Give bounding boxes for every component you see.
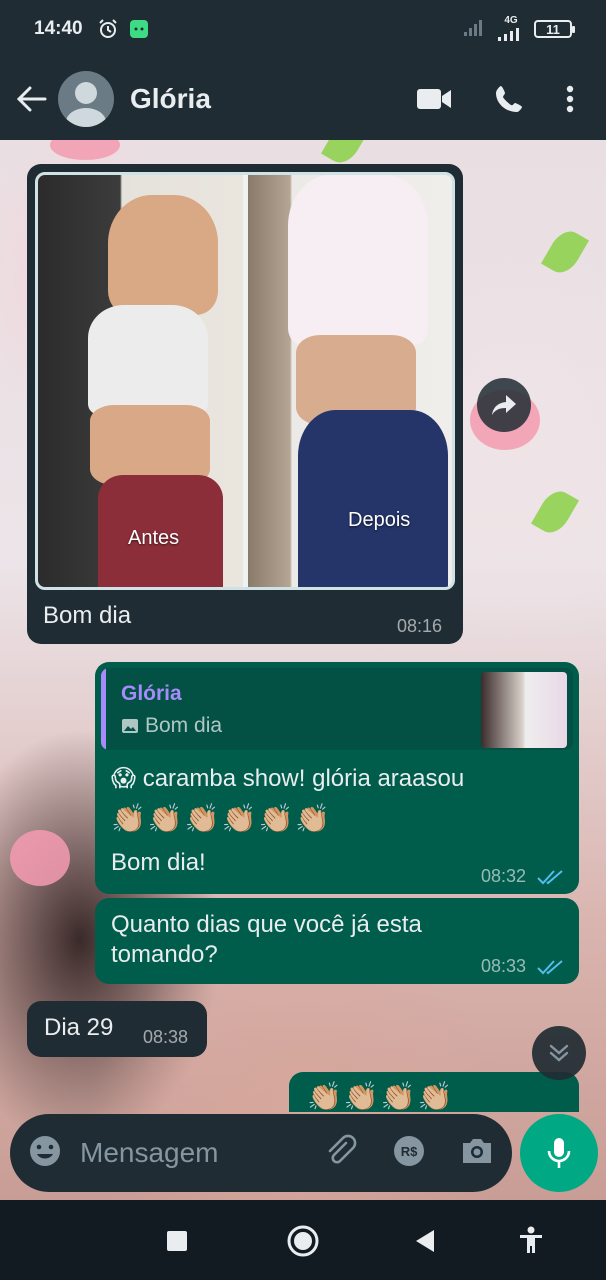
back-arrow-icon bbox=[17, 86, 47, 112]
quoted-photo-thumbnail bbox=[481, 672, 567, 748]
outgoing-reply-message[interactable]: Glória Bom dia 😱 caramba show! glória ar… bbox=[95, 662, 579, 894]
before-after-photo[interactable]: Antes Depois bbox=[35, 172, 455, 590]
attach-button[interactable] bbox=[324, 1134, 358, 1173]
video-camera-icon bbox=[417, 89, 451, 109]
status-time: 14:40 bbox=[34, 18, 83, 39]
read-receipt-icon bbox=[537, 870, 563, 885]
message-text: 😱 caramba show! glória araasou bbox=[111, 765, 465, 792]
message-time-row: 08:33 bbox=[481, 956, 565, 977]
message-time: 08:33 bbox=[481, 956, 527, 976]
quoted-message[interactable]: Glória Bom dia bbox=[101, 668, 573, 750]
message-text: Dia 29 bbox=[44, 1014, 114, 1041]
message-time: 08:32 bbox=[481, 866, 527, 886]
contact-avatar[interactable] bbox=[58, 71, 114, 127]
paperclip-icon bbox=[328, 1134, 357, 1164]
kebab-menu-icon bbox=[566, 85, 574, 113]
microphone-icon bbox=[547, 1138, 571, 1168]
contact-name[interactable]: Glória bbox=[130, 83, 211, 115]
chat-area[interactable]: Antes Depois Bom dia 08:16 Glória Bom di… bbox=[0, 140, 606, 1200]
scroll-to-bottom-button[interactable] bbox=[532, 1026, 586, 1080]
app-notification-icon bbox=[129, 19, 149, 39]
outgoing-message-partial[interactable]: 👏🏼👏🏼👏🏼👏🏼 bbox=[289, 1072, 579, 1112]
camera-button[interactable] bbox=[460, 1136, 494, 1171]
accessibility-icon bbox=[520, 1226, 542, 1253]
incoming-message[interactable]: Dia 29 08:38 bbox=[27, 1001, 207, 1057]
message-input[interactable]: Mensagem bbox=[80, 1137, 219, 1169]
photo-after: Depois bbox=[248, 175, 452, 587]
double-chevron-down-icon bbox=[549, 1044, 569, 1062]
chat-header: Glória bbox=[0, 58, 606, 140]
home-button[interactable] bbox=[286, 1224, 320, 1258]
video-call-button[interactable] bbox=[416, 86, 452, 112]
network-type: 4G bbox=[504, 15, 518, 26]
status-bar: 14:40 4G 11 bbox=[0, 0, 606, 58]
signal-strength-icon bbox=[498, 28, 519, 41]
payment-button[interactable]: R$ bbox=[392, 1134, 426, 1173]
message-time: 08:16 bbox=[397, 616, 443, 636]
message-time-row: 08:32 bbox=[481, 866, 565, 887]
wallpaper-leaf bbox=[531, 485, 579, 539]
back-button[interactable] bbox=[12, 79, 52, 119]
forward-button[interactable] bbox=[477, 378, 531, 432]
outgoing-message[interactable]: Quanto dias que você já esta tomando? 08… bbox=[95, 898, 579, 984]
composer-actions: R$ bbox=[324, 1134, 494, 1173]
photo-label-before: Antes bbox=[128, 527, 180, 549]
wallpaper-flower bbox=[50, 140, 120, 160]
square-icon bbox=[167, 1231, 187, 1251]
signal-icon bbox=[462, 18, 488, 41]
photo-caption: Bom dia bbox=[43, 602, 132, 629]
quoted-sender: Glória bbox=[121, 682, 182, 705]
network-indicator: 4G bbox=[496, 16, 526, 42]
read-receipt-icon bbox=[537, 960, 563, 975]
system-navigation-bar bbox=[0, 1200, 606, 1280]
voice-call-button[interactable] bbox=[494, 84, 524, 114]
triangle-back-icon bbox=[416, 1230, 434, 1252]
quoted-text: Bom dia bbox=[145, 714, 223, 737]
battery-icon: 11 bbox=[534, 20, 575, 38]
battery-level: 11 bbox=[546, 21, 560, 37]
recents-button[interactable] bbox=[166, 1230, 188, 1252]
message-composer: Mensagem R$ bbox=[10, 1114, 512, 1192]
alarm-icon bbox=[97, 18, 119, 40]
quoted-text-row: Bom dia bbox=[121, 714, 222, 738]
photo-label-after: Depois bbox=[348, 509, 411, 531]
photo-before: Antes bbox=[38, 175, 243, 587]
phone-icon bbox=[496, 86, 522, 112]
more-options-button[interactable] bbox=[566, 85, 574, 113]
message-text-line1: Quanto dias que você já esta bbox=[111, 911, 422, 938]
emoji-button[interactable] bbox=[28, 1134, 62, 1173]
clapping-emojis: 👏🏼👏🏼👏🏼👏🏼 bbox=[307, 1081, 455, 1112]
camera-icon bbox=[463, 1138, 491, 1163]
message-time: 08:38 bbox=[143, 1027, 189, 1047]
photo-icon bbox=[122, 719, 138, 733]
back-nav-button[interactable] bbox=[414, 1229, 436, 1253]
wallpaper-leaf bbox=[541, 225, 589, 279]
clapping-emojis: 👏🏼👏🏼👏🏼👏🏼👏🏼👏🏼 bbox=[111, 803, 333, 834]
accessibility-button[interactable] bbox=[518, 1226, 544, 1254]
message-text-line2: tomando? bbox=[111, 941, 218, 968]
message-text: Bom dia! bbox=[111, 849, 206, 876]
header-actions bbox=[416, 84, 594, 114]
incoming-photo-message[interactable]: Antes Depois Bom dia 08:16 bbox=[27, 164, 463, 644]
svg-text:R$: R$ bbox=[401, 1144, 418, 1159]
voice-message-button[interactable] bbox=[520, 1114, 598, 1192]
emoji-icon bbox=[30, 1135, 60, 1166]
circle-icon bbox=[287, 1225, 319, 1257]
currency-brl-icon: R$ bbox=[394, 1135, 424, 1166]
forward-arrow-icon bbox=[492, 395, 516, 415]
status-indicators: 4G 11 bbox=[462, 16, 575, 42]
wallpaper-flower bbox=[10, 830, 70, 886]
